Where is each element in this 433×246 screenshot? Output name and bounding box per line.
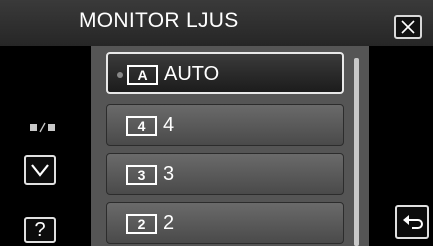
menu-item-label: AUTO xyxy=(164,63,220,85)
page-indicator-icon xyxy=(30,122,55,133)
close-button[interactable] xyxy=(394,15,422,39)
back-button[interactable] xyxy=(395,205,429,239)
menu-item-2[interactable]: 2 2 xyxy=(106,202,344,244)
menu-item-3[interactable]: 3 3 xyxy=(106,153,344,195)
chevron-down-icon xyxy=(31,164,49,177)
menu-item-auto[interactable]: A AUTO xyxy=(106,52,344,94)
title-bar: MONITOR LJUS xyxy=(0,0,433,46)
close-icon xyxy=(401,20,415,34)
menu-item-4[interactable]: 4 4 xyxy=(106,104,344,146)
menu-item-label: 4 xyxy=(163,114,175,136)
menu-item-badge: 3 xyxy=(126,165,157,185)
monitor-brightness-screen: MONITOR LJUS A AUTO 4 4 3 3 2 2 ? xyxy=(0,0,433,246)
menu-item-badge: 2 xyxy=(126,214,157,234)
page-title: MONITOR LJUS xyxy=(79,9,239,32)
menu-item-label: 2 xyxy=(163,212,175,234)
return-arrow-icon xyxy=(403,215,423,229)
menu-item-badge: 4 xyxy=(126,116,157,136)
menu-item-badge: A xyxy=(127,65,158,85)
selection-indicator xyxy=(117,72,123,78)
menu-item-label: 3 xyxy=(163,163,175,185)
scrollbar[interactable] xyxy=(354,58,359,246)
scroll-down-button[interactable] xyxy=(24,155,56,185)
help-button[interactable]: ? xyxy=(24,217,56,243)
